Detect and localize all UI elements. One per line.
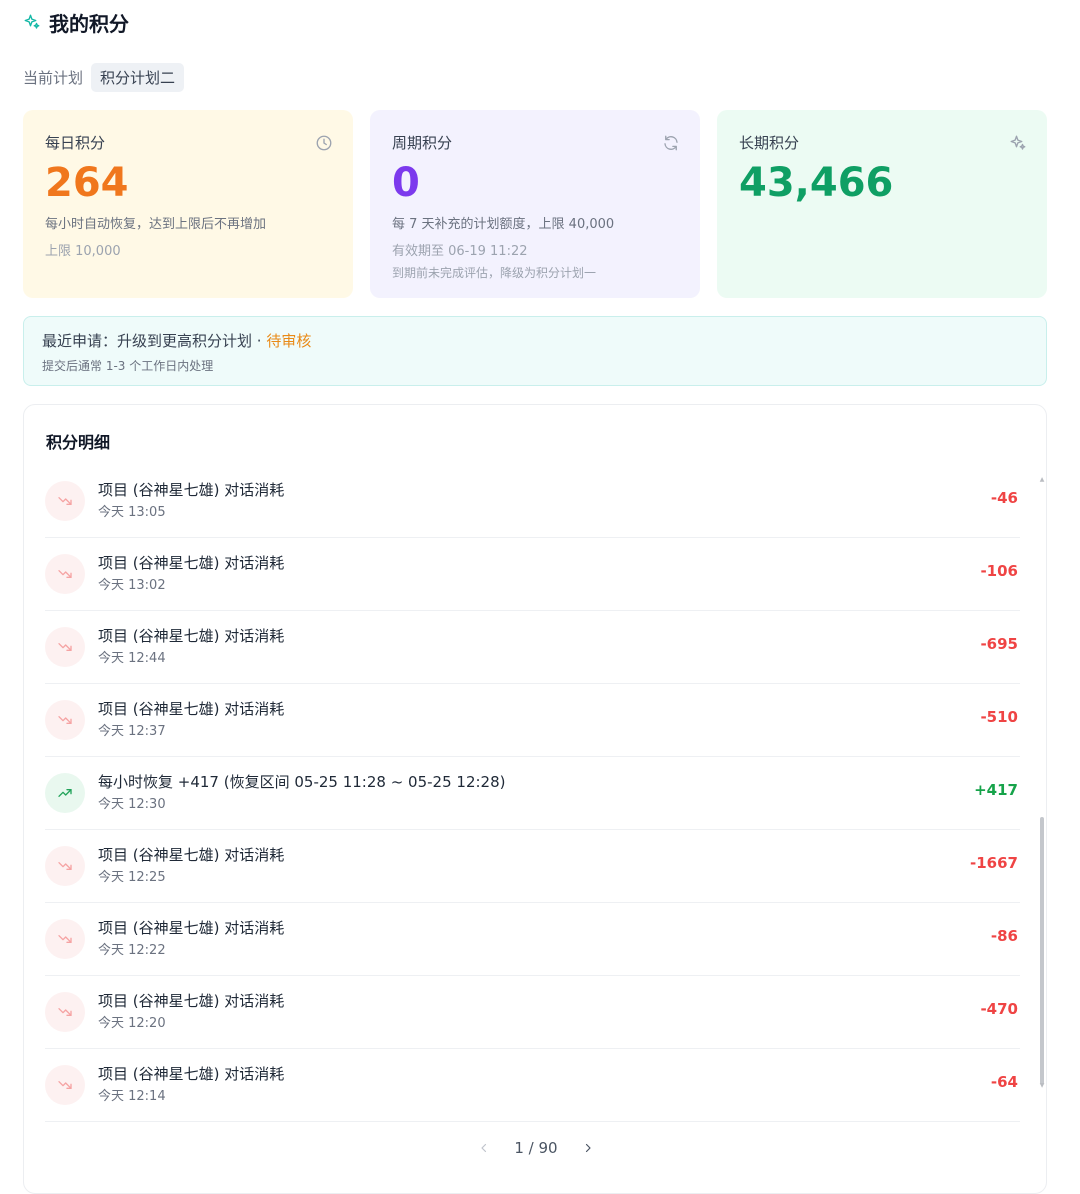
item-amount: -1667 — [970, 854, 1018, 872]
item-amount: -106 — [980, 562, 1018, 580]
period-points-desc: 每 7 天补充的计划额度，上限 40,000 — [392, 217, 615, 232]
list-item[interactable]: 项目 (谷神星七雄) 对话消耗 今天 12:25 -1667 — [45, 830, 1020, 903]
item-time: 今天 13:02 — [98, 578, 166, 593]
item-amount: -695 — [980, 635, 1018, 653]
item-amount: -64 — [990, 1073, 1018, 1091]
scroll-up-arrow[interactable]: ▲ — [1039, 477, 1045, 483]
status-badge: 待审核 — [266, 332, 312, 350]
item-amount: +417 — [974, 781, 1018, 799]
list-item[interactable]: 项目 (谷神星七雄) 对话消耗 今天 12:37 -510 — [45, 684, 1020, 757]
item-time: 今天 12:25 — [98, 870, 166, 885]
trending-down-icon — [45, 846, 85, 886]
clock-icon — [315, 134, 333, 152]
item-amount: -46 — [990, 489, 1018, 507]
period-points-expiry: 有效期至 06-19 11:22 — [392, 244, 528, 259]
item-amount: -86 — [990, 927, 1018, 945]
recent-application-notice: 最近申请：升级到更高积分计划 · 待审核 提交后通常 1-3 个工作日内处理 — [23, 316, 1047, 386]
item-title: 项目 (谷神星七雄) 对话消耗 — [98, 481, 285, 499]
prev-page-button[interactable] — [474, 1138, 494, 1158]
daily-points-desc: 每小时自动恢复，达到上限后不再增加 — [45, 217, 267, 232]
pagination: 1 / 90 — [24, 1133, 1048, 1163]
item-amount: -470 — [980, 1000, 1018, 1018]
scroll-down-arrow[interactable]: ▼ — [1039, 1083, 1045, 1089]
trending-down-icon — [45, 627, 85, 667]
notice-line: 最近申请：升级到更高积分计划 · 待审核 — [42, 330, 1028, 351]
item-time: 今天 12:44 — [98, 651, 166, 666]
item-title: 项目 (谷神星七雄) 对话消耗 — [98, 846, 285, 864]
item-time: 今天 12:30 — [98, 797, 166, 812]
item-time: 今天 12:37 — [98, 724, 166, 739]
list-item[interactable]: 项目 (谷神星七雄) 对话消耗 今天 12:44 -695 — [45, 611, 1020, 684]
trending-down-icon — [45, 919, 85, 959]
item-title: 项目 (谷神星七雄) 对话消耗 — [98, 554, 285, 572]
period-points-title: 周期积分 — [392, 134, 453, 152]
chevron-left-icon — [481, 1143, 487, 1153]
next-page-button[interactable] — [578, 1138, 598, 1158]
item-title: 项目 (谷神星七雄) 对话消耗 — [98, 992, 285, 1010]
list-item[interactable]: 项目 (谷神星七雄) 对话消耗 今天 12:20 -470 — [45, 976, 1020, 1049]
scrollbar[interactable]: ▲ ▼ — [1039, 477, 1045, 1089]
long-points-value: 43,466 — [739, 160, 894, 206]
long-points-title: 长期积分 — [739, 134, 800, 152]
list-item[interactable]: 每小时恢复 +417 (恢复区间 05-25 11:28 ~ 05-25 12:… — [45, 757, 1020, 830]
daily-points-limit: 上限 10,000 — [45, 244, 121, 259]
period-points-value: 0 — [392, 160, 420, 206]
daily-points-value: 264 — [45, 160, 129, 206]
list-item[interactable]: 项目 (谷神星七雄) 对话消耗 今天 13:02 -106 — [45, 538, 1020, 611]
trending-down-icon — [45, 481, 85, 521]
scrollbar-thumb[interactable] — [1040, 817, 1044, 1085]
list-item[interactable]: 项目 (谷神星七雄) 对话消耗 今天 12:14 -64 — [45, 1049, 1020, 1122]
item-title: 项目 (谷神星七雄) 对话消耗 — [98, 627, 285, 645]
page-title: 我的积分 — [49, 11, 129, 36]
trending-down-icon — [45, 992, 85, 1032]
detail-title: 积分明细 — [46, 433, 111, 452]
item-title: 项目 (谷神星七雄) 对话消耗 — [98, 1065, 285, 1083]
plan-label: 当前计划 — [23, 68, 84, 87]
sparkles-icon — [23, 13, 41, 31]
item-title: 项目 (谷神星七雄) 对话消耗 — [98, 919, 285, 937]
trending-down-icon — [45, 700, 85, 740]
chevron-right-icon — [585, 1143, 591, 1153]
daily-points-card: 每日积分 264 每小时自动恢复，达到上限后不再增加 上限 10,000 — [23, 110, 353, 298]
trending-up-icon — [45, 773, 85, 813]
notice-text: 最近申请：升级到更高积分计划 · — [42, 332, 267, 350]
points-cards: 每日积分 264 每小时自动恢复，达到上限后不再增加 上限 10,000 周期积… — [23, 110, 1047, 298]
period-points-card: 周期积分 0 每 7 天补充的计划额度，上限 40,000 有效期至 06-19… — [370, 110, 700, 298]
page-header: 我的积分 — [23, 8, 129, 36]
current-plan: 当前计划 积分计划二 — [23, 62, 185, 92]
trending-down-icon — [45, 1065, 85, 1105]
period-points-note: 到期前未完成评估，降级为积分计划一 — [392, 266, 597, 280]
item-time: 今天 12:14 — [98, 1089, 166, 1104]
notice-subtext: 提交后通常 1-3 个工作日内处理 — [42, 359, 214, 373]
refresh-icon — [662, 134, 680, 152]
sparkles-icon — [1009, 134, 1027, 152]
trending-down-icon — [45, 554, 85, 594]
long-points-card: 长期积分 43,466 — [717, 110, 1047, 298]
list-item[interactable]: 项目 (谷神星七雄) 对话消耗 今天 13:05 -46 — [45, 465, 1020, 538]
plan-badge: 积分计划二 — [91, 62, 185, 92]
item-time: 今天 13:05 — [98, 505, 166, 520]
item-title: 项目 (谷神星七雄) 对话消耗 — [98, 700, 285, 718]
daily-points-title: 每日积分 — [45, 134, 106, 152]
item-title: 每小时恢复 +417 (恢复区间 05-25 11:28 ~ 05-25 12:… — [98, 773, 506, 791]
item-time: 今天 12:20 — [98, 1016, 166, 1031]
item-amount: -510 — [980, 708, 1018, 726]
points-list[interactable]: 项目 (谷神星七雄) 对话消耗 今天 13:05 -46 项目 (谷神星七雄) 对话消… — [45, 465, 1020, 1122]
list-item[interactable]: 项目 (谷神星七雄) 对话消耗 今天 12:22 -86 — [45, 903, 1020, 976]
points-detail-panel: 积分明细 项目 (谷神星七雄) 对话消耗 今天 13:05 -46 项目 (谷神星七雄… — [23, 404, 1047, 1194]
item-time: 今天 12:22 — [98, 943, 166, 958]
page-indicator: 1 / 90 — [514, 1139, 558, 1157]
